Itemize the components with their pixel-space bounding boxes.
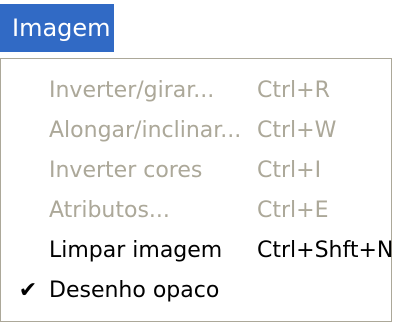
checkmark-icon: ✔ (18, 278, 38, 303)
menu-item-label: Desenho opaco (49, 278, 220, 303)
menu-item-label: Limpar imagem (49, 238, 223, 263)
menu-item-label: Inverter cores (49, 158, 203, 183)
menu-imagem[interactable]: Imagem (0, 4, 114, 52)
menu-item-label: Inverter/girar... (49, 78, 215, 103)
menu-item-atributos[interactable]: Atributos... Ctrl+E (1, 191, 391, 231)
menu-item-shortcut: Ctrl+W (257, 118, 337, 143)
dropdown-menu: Inverter/girar... Ctrl+R Alongar/inclina… (0, 58, 394, 322)
menu-item-shortcut: Ctrl+E (257, 198, 329, 223)
menu-item-label: Atributos... (49, 198, 170, 223)
menu-item-shortcut: Ctrl+R (257, 78, 330, 103)
menu-item-inverter-girar[interactable]: Inverter/girar... Ctrl+R (1, 71, 391, 111)
menu-item-shortcut: Ctrl+I (257, 158, 322, 183)
menu-item-desenho-opaco[interactable]: ✔ Desenho opaco (1, 271, 391, 311)
menu-item-label: Alongar/inclinar... (49, 118, 242, 143)
menu-item-alongar-inclinar[interactable]: Alongar/inclinar... Ctrl+W (1, 111, 391, 151)
menu-item-shortcut: Ctrl+Shft+N (257, 238, 394, 263)
menu-item-inverter-cores[interactable]: Inverter cores Ctrl+I (1, 151, 391, 191)
menu-bar: Imagem (0, 0, 394, 56)
menu-item-limpar-imagem[interactable]: Limpar imagem Ctrl+Shft+N (1, 231, 394, 271)
